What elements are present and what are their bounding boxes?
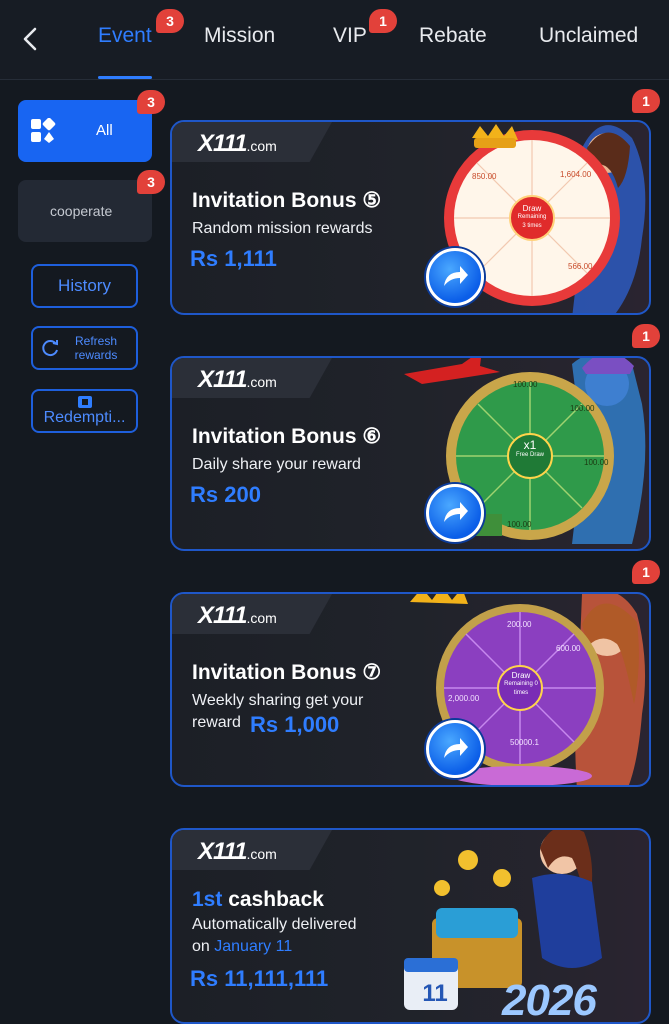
card-amount: Rs 200 xyxy=(190,482,261,507)
card-title: Invitation Bonus ⑥ xyxy=(192,425,382,448)
sidebar-all-badge: 3 xyxy=(137,90,165,114)
card-title-accent: 1st xyxy=(192,888,223,911)
brand-logo: X111.com xyxy=(198,602,277,629)
wheel-value: 566.00 xyxy=(568,262,593,271)
card-subtitle: Random mission rewards xyxy=(192,220,373,237)
tab-event[interactable]: Event xyxy=(98,24,152,48)
event-card-invitation-5[interactable]: X111.com Invitation Bonus ⑤ Random missi… xyxy=(170,120,651,315)
wheel-center-label: Draw Remaining 3 times xyxy=(517,204,547,229)
card-amount: Rs 1,111 xyxy=(190,246,277,271)
card-subtitle-line2: reward xyxy=(192,714,241,731)
sidebar-cooperate-badge: 3 xyxy=(137,170,165,194)
wheel-value: 100.00 xyxy=(570,404,595,413)
card-subtitle-line1: Automatically delivered xyxy=(192,916,357,933)
ticket-icon xyxy=(77,395,92,408)
wheel-center-label: x1 Free Draw xyxy=(515,438,544,458)
year-label: 2026 xyxy=(502,976,597,1024)
card-subtitle-line1: Weekly sharing get your xyxy=(192,692,364,709)
event-card-cashback[interactable]: X111.com 1st cashback Automatically deli… xyxy=(170,828,651,1024)
grid-icon xyxy=(31,118,56,143)
card-badge: 1 xyxy=(632,89,660,113)
card-subtitle-line2: on January 11 xyxy=(192,938,293,955)
active-tab-indicator xyxy=(98,76,152,79)
refresh-icon xyxy=(42,340,58,357)
brand-logo: X111.com xyxy=(198,838,277,865)
wheel-value: 2,000.00 xyxy=(448,694,480,703)
redemption-label: Redempti... xyxy=(43,408,126,426)
wheel-value: 50000.1 xyxy=(510,738,539,747)
tab-mission[interactable]: Mission xyxy=(204,24,275,48)
wheel-value: 850.00 xyxy=(472,172,497,181)
refresh-rewards-label: Refresh rewards xyxy=(74,334,118,362)
refresh-rewards-button[interactable]: Refresh rewards xyxy=(31,326,138,370)
wheel-value: 100.00 xyxy=(513,380,538,389)
back-chevron-icon[interactable] xyxy=(16,24,44,54)
wheel-value: 600.00 xyxy=(556,644,581,653)
history-label: History xyxy=(58,276,111,295)
card-title: 1st cashback xyxy=(192,888,324,912)
tab-rebate[interactable]: Rebate xyxy=(419,24,487,48)
cashback-date: January 11 xyxy=(214,938,293,955)
sidebar-item-cooperate[interactable]: cooperate xyxy=(18,180,152,242)
card-badge: 1 xyxy=(632,560,660,584)
history-button[interactable]: History xyxy=(31,264,138,308)
card-title: Invitation Bonus ⑤ xyxy=(192,189,382,212)
card-amount: Rs 11,111,111 xyxy=(190,966,329,991)
wheel-value: 200.00 xyxy=(507,620,532,629)
sidebar-item-all-label: All xyxy=(96,122,113,139)
tab-vip[interactable]: VIP xyxy=(333,24,367,48)
brand-logo: X111.com xyxy=(198,366,277,393)
calendar-day: 11 xyxy=(422,980,448,1007)
tab-vip-badge: 1 xyxy=(369,9,397,33)
arrow-go-icon[interactable] xyxy=(426,720,484,778)
wheel-value: 1,604.00 xyxy=(560,170,592,179)
tab-unclaimed[interactable]: Unclaimed xyxy=(539,24,638,48)
arrow-go-icon[interactable] xyxy=(426,484,484,542)
sidebar-item-all[interactable]: All xyxy=(18,100,152,162)
top-nav: Event 3 Mission VIP 1 Rebate Unclaimed xyxy=(0,0,669,80)
card-title-text: cashback xyxy=(228,888,324,911)
arrow-go-icon[interactable] xyxy=(426,248,484,306)
wheel-value: 100.00 xyxy=(584,458,609,467)
event-card-invitation-6[interactable]: X111.com Invitation Bonus ⑥ Daily share … xyxy=(170,356,651,551)
tab-event-badge: 3 xyxy=(156,9,184,33)
redemption-button[interactable]: Redempti... xyxy=(31,389,138,433)
event-card-invitation-7[interactable]: X111.com Invitation Bonus ⑦ Weekly shari… xyxy=(170,592,651,787)
brand-logo: X111.com xyxy=(198,130,277,157)
card-badge: 1 xyxy=(632,324,660,348)
card-amount: Rs 1,000 xyxy=(250,712,340,737)
card-title: Invitation Bonus ⑦ xyxy=(192,661,382,684)
card-subtitle: Daily share your reward xyxy=(192,456,361,473)
wheel-center-label: Draw Remaining 0 times xyxy=(504,671,538,696)
sidebar-item-cooperate-label: cooperate xyxy=(50,203,113,219)
wheel-value: 100.00 xyxy=(507,520,532,529)
